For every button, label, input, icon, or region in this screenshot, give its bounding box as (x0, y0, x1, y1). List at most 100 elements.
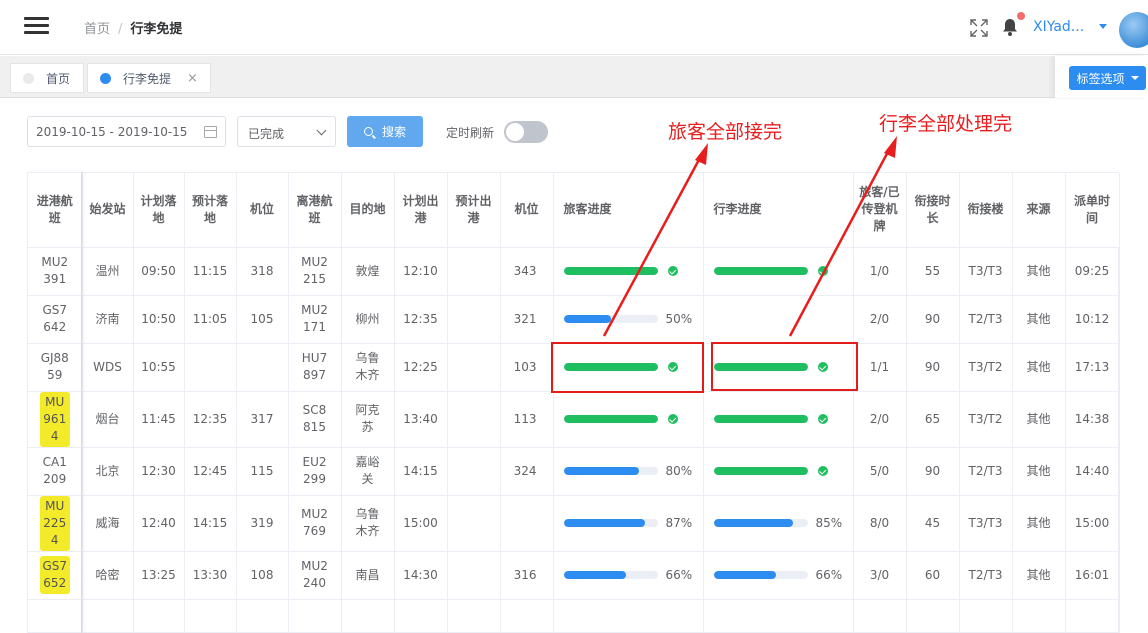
bell-icon[interactable] (1001, 17, 1019, 37)
col-header-dest: 目的地 (341, 173, 395, 248)
menu-toggle-icon[interactable] (24, 16, 50, 36)
status-select[interactable]: 已完成 (237, 116, 336, 147)
cell-est-land: 14:15 (184, 495, 237, 552)
cell-dest-text: 柳州 (355, 311, 380, 326)
date-range-picker[interactable]: 2019-10-15 - 2019-10-15 (27, 116, 226, 147)
top-header: 首页 / 行李免提 XIYad... (0, 0, 1148, 55)
col-header-dispatch-time: 派单时间 (1065, 173, 1120, 248)
cell-est-dep (447, 391, 501, 448)
tab-label: 行李免提 (123, 71, 172, 86)
cell-est-dep (447, 551, 501, 600)
cell-bag-progress: 85% (703, 495, 854, 552)
cell-stand-out-text: 321 (513, 311, 537, 326)
in-flight-number: GS7642 (42, 303, 68, 334)
cell-plan-dep-text: 12:25 (403, 359, 438, 374)
cell-out-flight: MU2215 (288, 247, 342, 296)
cell-stand-in: 105 (236, 295, 289, 344)
cell-bag-progress (703, 391, 854, 448)
cell-dispatch-time: 16:01 (1065, 551, 1120, 600)
check-circle-icon (667, 414, 678, 424)
cell-dest: 柳州 (341, 295, 395, 344)
cell-stand-in-text: 317 (250, 411, 274, 426)
fullscreen-icon[interactable] (969, 18, 989, 38)
cell-out-flight: HU7897 (288, 343, 342, 392)
table-row[interactable]: CA1209 北京 12:30 12:45 115 EU2299 嘉峪关 14:15 324 80… (28, 447, 1120, 496)
cell-origin-text: WDS (93, 359, 122, 374)
check-circle-icon (817, 266, 828, 276)
caret-down-icon[interactable] (1099, 24, 1107, 29)
close-icon[interactable]: × (187, 71, 198, 86)
cell-transfer-time: 60 (906, 551, 960, 600)
in-flight-number: GJ8859 (40, 351, 69, 382)
cell-stand-in: 115 (236, 447, 289, 496)
cell-out-flight-text: EU2299 (302, 455, 327, 486)
table-row[interactable]: GS7652 哈密 13:25 13:30 108 MU2240 南昌 14:30 316 66%… (28, 551, 1120, 600)
avatar[interactable] (1119, 12, 1148, 48)
progress-fill (563, 519, 646, 527)
cell-out-flight: EU2299 (288, 447, 342, 496)
check-circle-icon (817, 414, 828, 424)
empty-cell (959, 599, 1013, 633)
cell-pax-progress (553, 391, 704, 448)
progress-percent: 85% (815, 515, 843, 530)
cell-pax-progress: 50% (553, 295, 704, 344)
cell-dest: 阿克苏 (341, 391, 395, 448)
cell-dest-text: 阿克苏 (355, 403, 380, 434)
cell-stand-out-text: 324 (513, 463, 537, 478)
cell-plan-land: 12:30 (133, 447, 185, 496)
cell-dest: 乌鲁木齐 (341, 495, 395, 552)
search-button[interactable]: 搜索 (347, 116, 423, 147)
cell-stand-out: 316 (500, 551, 554, 600)
empty-cell (341, 599, 395, 633)
cell-est-land: 12:35 (184, 391, 237, 448)
username[interactable]: XIYad... (1033, 19, 1084, 35)
cell-plan-dep: 12:25 (394, 343, 448, 392)
cell-origin: 温州 (82, 247, 134, 296)
annotation-bag-done: 行李全部处理完 (879, 113, 1013, 135)
cell-stand-in-text: 319 (250, 515, 274, 530)
cell-est-land: 12:45 (184, 447, 237, 496)
cell-origin-text: 哈密 (95, 567, 120, 582)
cell-est-land: 13:30 (184, 551, 237, 600)
cell-plan-dep: 12:10 (394, 247, 448, 296)
cell-plan-dep: 15:00 (394, 495, 448, 552)
progress-percent: 80% (665, 463, 693, 478)
cell-plan-dep-text: 14:30 (403, 567, 438, 582)
search-icon (363, 127, 373, 136)
progress-track (713, 519, 808, 527)
tab-baggage[interactable]: 行李免提 × (87, 63, 211, 93)
cell-est-dep (447, 495, 501, 552)
tab-home[interactable]: 首页 (10, 63, 84, 93)
in-flight-number: GS7652 (39, 556, 70, 594)
cell-transfer-time: 65 (906, 391, 960, 448)
table-row[interactable]: MU2391 温州 09:50 11:15 318 MU2215 敦煌 12:10 343 1/0… (28, 247, 1120, 296)
cell-plan-dep: 12:35 (394, 295, 448, 344)
empty-cell (288, 599, 342, 633)
empty-cell (133, 599, 185, 633)
table-row[interactable]: GS7642 济南 10:50 11:05 105 MU2171 柳州 12:35 321 50%… (28, 295, 1120, 344)
empty-cell (853, 599, 907, 633)
tab-options-button[interactable]: 标签选项 (1069, 66, 1146, 90)
col-header-plan-dep: 计划出港 (394, 173, 448, 248)
cell-pax-boarding: 2/0 (853, 391, 907, 448)
progress-fill (563, 467, 639, 475)
auto-refresh-toggle[interactable] (504, 121, 548, 143)
table-row[interactable]: MU9614 烟台 11:45 12:35 317 SC8815 阿克苏 13:40 113 2/… (28, 391, 1120, 448)
cell-out-flight: MU2769 (288, 495, 342, 552)
cell-in-flight: GS7642 (28, 295, 83, 344)
progress-track (563, 571, 658, 579)
cell-est-land-text: 13:30 (192, 567, 228, 582)
table-row[interactable]: MU2254 威海 12:40 14:15 319 MU2769 乌鲁木齐 15:00 87% 8… (28, 495, 1120, 552)
cell-est-land-text: 12:35 (192, 411, 228, 426)
cell-plan-dep-text: 15:00 (403, 515, 438, 530)
cell-stand-out (500, 495, 554, 552)
cell-origin-text: 济南 (95, 311, 120, 326)
cell-pax-boarding: 3/0 (853, 551, 907, 600)
cell-stand-out-text: 316 (513, 567, 537, 582)
cell-stand-out: 103 (500, 343, 554, 392)
breadcrumb: 首页 / 行李免提 (84, 18, 182, 37)
cell-transfer-time: 55 (906, 247, 960, 296)
breadcrumb-home[interactable]: 首页 (84, 22, 110, 37)
cell-est-dep (447, 295, 501, 344)
status-select-value: 已完成 (248, 127, 285, 141)
